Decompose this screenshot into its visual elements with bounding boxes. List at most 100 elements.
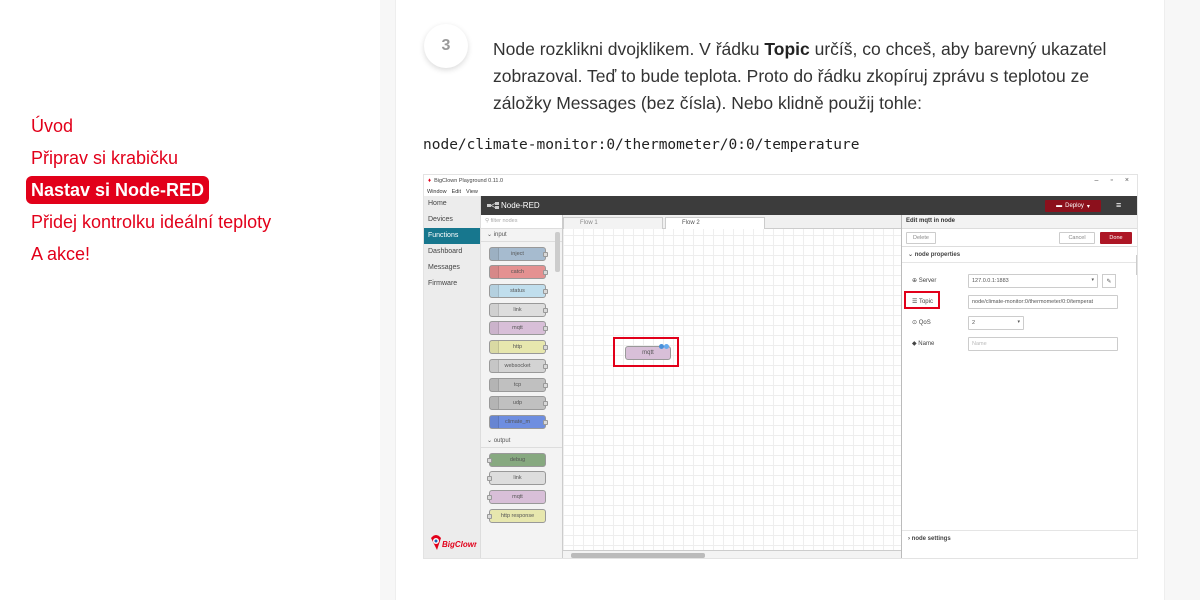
name-row: ◆ Name Name xyxy=(902,337,1137,353)
palette-category-input-label: input xyxy=(493,232,507,238)
palette-node-label: tcp xyxy=(513,381,522,388)
menu-edit[interactable]: Edit xyxy=(452,189,461,195)
app-nav-dashboard[interactable]: Dashboard xyxy=(424,244,480,260)
globe-icon: ⊕ xyxy=(912,278,919,284)
toc-item-nastav-node-red[interactable]: Nastav si Node-RED xyxy=(26,176,210,204)
deploy-dropdown-icon: ▾ xyxy=(1086,203,1090,210)
palette-node-http[interactable]: http xyxy=(489,340,548,355)
palette-node-label: mqtt xyxy=(512,325,523,332)
table-of-contents: Úvod Připrav si krabičku Nastav si Node-… xyxy=(26,112,326,272)
menu-view[interactable]: View xyxy=(466,189,478,195)
palette-category-input[interactable]: ⌄ input xyxy=(481,229,562,242)
toc-item-uvod[interactable]: Úvod xyxy=(26,112,78,140)
server-select[interactable]: 127.0.0.1:1883 ▾ xyxy=(968,274,1098,288)
palette-node-status[interactable]: status xyxy=(489,284,548,299)
palette-node-link[interactable]: link xyxy=(489,302,548,317)
palette-node-label: status xyxy=(510,288,525,295)
nodered-header: Node-RED ▬ Deploy ▾ ≡ xyxy=(481,196,1137,215)
done-button[interactable]: Done xyxy=(1100,232,1132,244)
delete-button[interactable]: Delete xyxy=(906,232,936,244)
maximize-icon[interactable]: ▫ xyxy=(1110,177,1112,184)
qos-label-text: QoS xyxy=(918,320,931,326)
step-text-before: Node rozklikni dvojklikem. V řádku xyxy=(493,39,765,59)
node-settings-section[interactable]: › node settings xyxy=(902,530,1137,546)
pencil-icon[interactable]: ✎ xyxy=(1102,274,1116,288)
menu-icon[interactable]: ≡ xyxy=(1116,200,1126,210)
cancel-button[interactable]: Cancel xyxy=(1059,232,1095,244)
palette-filter-input[interactable]: ⚲ filter nodes xyxy=(481,215,562,229)
topic-code-snippet[interactable]: node/climate-monitor:0/thermometer/0:0/t… xyxy=(423,137,860,153)
toc-item-a-akce[interactable]: A akce! xyxy=(26,240,95,268)
qos-label: ⊙ QoS xyxy=(912,319,931,326)
palette-node-label: http response xyxy=(500,512,535,519)
tab-flow-2[interactable]: Flow 2 xyxy=(665,217,765,229)
logo-text: BigClown xyxy=(442,540,477,549)
nodered-logo-icon xyxy=(487,202,499,209)
server-label: ⊕ Server xyxy=(912,277,936,284)
palette-node-websocket[interactable]: websocket xyxy=(489,358,548,373)
palette-node-label: catch xyxy=(510,269,525,276)
chevron-down-icon: ⌄ xyxy=(908,252,915,258)
toc-item-pridej-kontrolku[interactable]: Přidej kontrolku ideální teploty xyxy=(26,208,276,236)
flow-workspace[interactable]: Flow 1 Flow 2 mqtt xyxy=(563,215,901,558)
editor-scrollbar[interactable] xyxy=(1136,255,1137,275)
dropdown-caret-icon: ▾ xyxy=(1017,319,1020,325)
workspace-footer xyxy=(563,550,901,558)
tab-flow-1[interactable]: Flow 1 xyxy=(563,217,663,229)
page-gutter-right xyxy=(1164,0,1200,600)
deploy-icon: ▬ xyxy=(1056,203,1063,209)
canvas-node-label: mqtt xyxy=(642,350,654,356)
palette-node-http-response[interactable]: http response xyxy=(487,508,546,523)
chevron-down-icon: ⌄ xyxy=(487,437,494,444)
name-input[interactable]: Name xyxy=(968,337,1118,351)
workspace-scrollbar[interactable] xyxy=(571,553,705,558)
topic-label: ☰ Topic xyxy=(912,298,933,305)
app-sidebar: Home Devices Functions Dashboard Message… xyxy=(424,196,481,558)
palette-node-label: debug xyxy=(509,456,526,463)
node-properties-section[interactable]: ⌄ node properties xyxy=(902,247,1137,263)
nodered-title: Node-RED xyxy=(501,201,540,210)
palette-category-output-label: output xyxy=(493,437,511,444)
palette-node-udp[interactable]: udp xyxy=(489,396,548,411)
palette-node-mqtt[interactable]: mqtt xyxy=(489,321,548,336)
minimize-icon[interactable]: – xyxy=(1095,177,1099,184)
nodered-screenshot: ♦ BigClown Playground 0.11.0 – ▫ × Windo… xyxy=(423,174,1138,559)
palette-node-inject[interactable]: inject xyxy=(489,246,548,261)
qos-row: ⊙ QoS 2 ▾ xyxy=(902,316,1137,332)
toc-item-priprav[interactable]: Připrav si krabičku xyxy=(26,144,183,172)
app-nav-firmware[interactable]: Firmware xyxy=(424,276,480,292)
footer-label: node settings xyxy=(911,536,951,542)
qos-value: 2 xyxy=(972,320,976,326)
section-label: node properties xyxy=(914,252,961,258)
app-nav-messages[interactable]: Messages xyxy=(424,260,480,276)
palette-node-mqtt-out[interactable]: mqtt xyxy=(487,489,546,504)
window-menubar: Window Edit View xyxy=(424,187,1137,196)
deploy-button[interactable]: ▬ Deploy ▾ xyxy=(1045,200,1101,212)
dropdown-caret-icon: ▾ xyxy=(1091,277,1094,283)
flow-tabs: Flow 1 Flow 2 xyxy=(563,215,901,229)
palette-node-tcp[interactable]: tcp xyxy=(489,377,548,392)
palette-node-link-out[interactable]: link xyxy=(487,471,546,486)
palette-scrollbar[interactable] xyxy=(555,232,560,272)
qos-select[interactable]: 2 ▾ xyxy=(968,316,1024,330)
topic-input[interactable]: node/climate-monitor:0/thermometer/0:0/t… xyxy=(968,295,1118,309)
palette-node-label: udp xyxy=(512,400,523,407)
app-nav-devices[interactable]: Devices xyxy=(424,212,480,228)
app-nav-functions[interactable]: Functions xyxy=(424,228,480,244)
palette-node-label: mqtt xyxy=(512,493,523,500)
app-nav-home[interactable]: Home xyxy=(424,196,480,212)
error-indicator-icon xyxy=(664,344,669,349)
node-edit-panel: Edit mqtt in node Delete Cancel Done ⌄ n… xyxy=(901,215,1137,558)
palette-node-label: link xyxy=(513,475,522,482)
topic-row: ☰ Topic node/climate-monitor:0/thermomet… xyxy=(902,291,1137,311)
canvas-mqtt-node[interactable]: mqtt xyxy=(625,344,671,360)
close-icon[interactable]: × xyxy=(1125,177,1129,184)
palette-node-climate[interactable]: climate_m xyxy=(489,414,548,429)
palette-node-catch[interactable]: catch xyxy=(489,265,548,280)
deploy-label: Deploy xyxy=(1065,203,1084,209)
palette-category-output[interactable]: ⌄ output xyxy=(481,434,562,448)
menu-window[interactable]: Window xyxy=(427,189,447,195)
palette-node-label: inject xyxy=(511,250,524,257)
palette-node-debug[interactable]: debug xyxy=(487,452,546,467)
topic-label-text: Topic xyxy=(918,299,933,305)
